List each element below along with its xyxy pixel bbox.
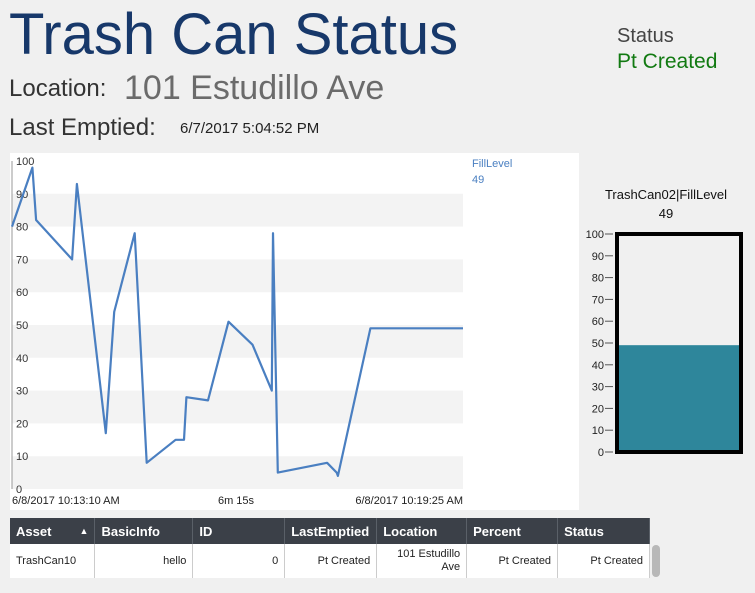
status-value: Pt Created [617, 50, 718, 73]
column-header-id[interactable]: ID [192, 518, 286, 544]
cell-percent: Pt Created [466, 544, 559, 578]
legend-series-name: FillLevel [472, 158, 512, 170]
gauge-tick-label: 10 [592, 425, 604, 437]
gauge-fill-bar [617, 345, 741, 452]
cell-id: 0 [192, 544, 286, 578]
grid-band [12, 456, 463, 489]
last-emptied-label: Last Emptied: [9, 114, 156, 141]
gauge-svg: 0 10 20 30 40 50 60 70 80 90 100 [586, 229, 743, 459]
gauge-title: TrashCan02|FillLevel [604, 187, 728, 202]
asset-table: Asset ▲ BasicInfo ID LastEmptied Location… [10, 518, 650, 578]
grid-band [12, 390, 463, 424]
status-label: Status [617, 25, 674, 47]
y-tick-label: 80 [16, 222, 28, 234]
y-tick-label: 10 [16, 451, 28, 463]
gauge-tick-label: 80 [592, 273, 604, 285]
location-label: Location: [9, 75, 107, 102]
gauge-tick-label: 30 [592, 382, 604, 394]
gauge-tick-label: 0 [598, 447, 604, 459]
y-tick-label: 70 [16, 254, 28, 266]
table-scrollbar-thumb[interactable] [652, 545, 660, 577]
column-header-percent[interactable]: Percent [466, 518, 559, 544]
x-tick-label: 6m 15s [218, 495, 255, 507]
legend-series-value: 49 [472, 174, 484, 186]
location-value: 101 Estudillo Ave [124, 69, 385, 107]
fill-level-gauge[interactable]: 0 10 20 30 40 50 60 70 80 90 100 [580, 222, 755, 462]
y-tick-label: 40 [16, 353, 28, 365]
page-title: Trash Can Status [9, 2, 459, 67]
table-header-row: Asset ▲ BasicInfo ID LastEmptied Location… [10, 518, 650, 544]
y-tick-label: 30 [16, 386, 28, 398]
column-header-location[interactable]: Location [376, 518, 468, 544]
cell-status: Pt Created [557, 544, 650, 578]
gauge-tick-label: 60 [592, 316, 604, 328]
gauge-tick-label: 50 [592, 338, 604, 350]
trend-chart-svg: 0102030405060708090100 FillLevel 49 6/8/… [10, 156, 512, 507]
gauge-tick-label: 100 [586, 229, 604, 241]
grid-band [12, 259, 463, 293]
cell-basicinfo: hello [94, 544, 194, 578]
y-tick-label: 20 [16, 418, 28, 430]
column-header-lastemptied[interactable]: LastEmptied [284, 518, 378, 544]
x-tick-label: 6/8/2017 10:19:25 AM [355, 495, 463, 507]
gauge-tick-label: 20 [592, 403, 604, 415]
cell-lastemptied: Pt Created [284, 544, 378, 578]
trend-chart[interactable]: 0 10 20 30 40 50 60 70 80 90 100 FillLevel 49 6/8/… [10, 153, 579, 510]
gauge-value: 49 [658, 206, 674, 221]
gauge-tick-label: 90 [592, 251, 604, 263]
y-tick-label: 100 [16, 156, 34, 168]
column-header-basicinfo[interactable]: BasicInfo [94, 518, 194, 544]
gauge-tick-label: 40 [592, 360, 604, 372]
y-tick-label: 60 [16, 287, 28, 299]
column-header-status[interactable]: Status [557, 518, 650, 544]
y-tick-label: 50 [16, 320, 28, 332]
last-emptied-value: 6/7/2017 5:04:52 PM [180, 120, 320, 137]
cell-asset: TrashCan10 [10, 544, 96, 578]
column-header-asset[interactable]: Asset ▲ [10, 518, 96, 544]
table-row[interactable]: TrashCan10 hello 0 Pt Created 101 Estudi… [10, 544, 650, 578]
gauge-tick-label: 70 [592, 294, 604, 306]
x-tick-label: 6/8/2017 10:13:10 AM [12, 495, 120, 507]
cell-location: 101 Estudillo Ave [376, 544, 468, 578]
sort-ascending-icon[interactable]: ▲ [80, 526, 89, 536]
